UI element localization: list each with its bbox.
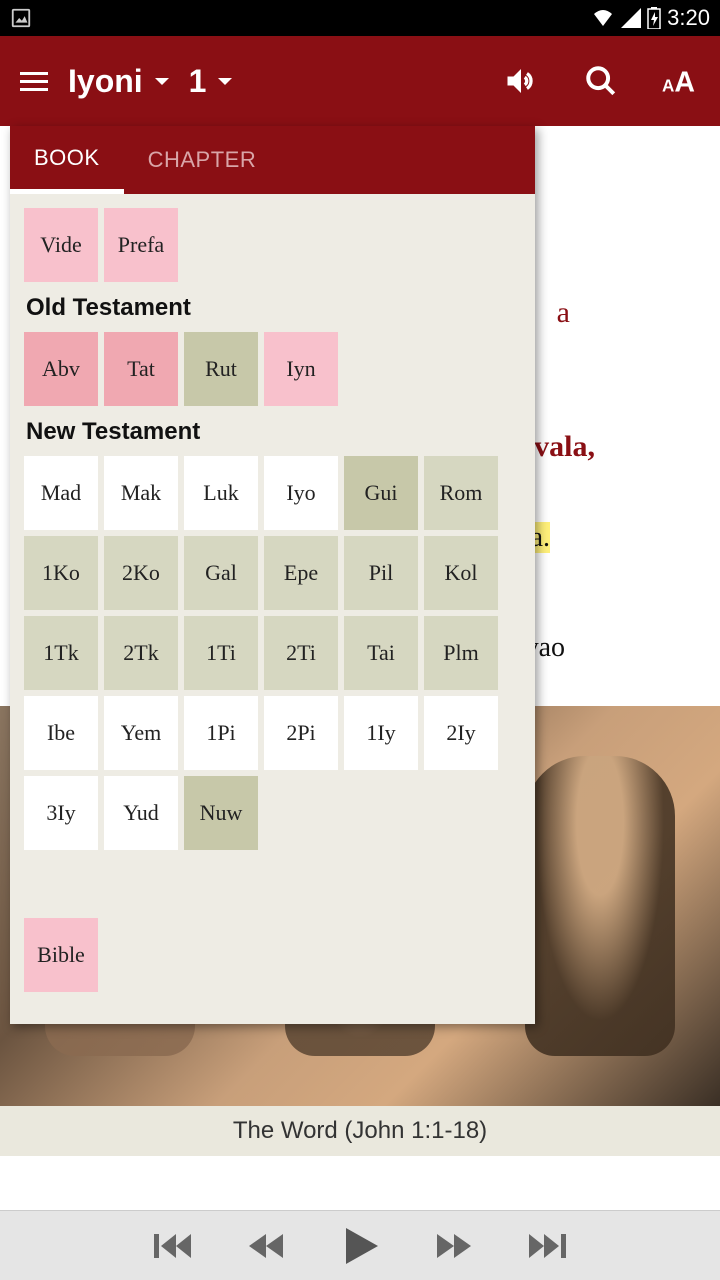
rewind-icon <box>246 1228 286 1264</box>
prev-track-button[interactable] <box>154 1228 194 1264</box>
current-book: Iyoni <box>68 63 143 100</box>
book-cell-nuw[interactable]: Nuw <box>184 776 258 850</box>
nt-heading: New Testament <box>26 418 521 446</box>
nt-grid: MadMakLukIyoGuiRom1Ko2KoGalEpePilKol1Tk2… <box>24 456 521 850</box>
book-cell-bible[interactable]: Bible <box>24 918 98 992</box>
svg-text:A: A <box>674 66 695 98</box>
book-cell-yem[interactable]: Yem <box>104 696 178 770</box>
book-cell-2ti[interactable]: 2Ti <box>264 616 338 690</box>
text-size-icon: AA <box>662 64 700 98</box>
ot-grid: AbvTatRutIyn <box>24 332 521 406</box>
book-cell-2pi[interactable]: 2Pi <box>264 696 338 770</box>
speaker-icon <box>503 63 539 99</box>
book-cell-1ti[interactable]: 1Ti <box>184 616 258 690</box>
book-cell-1tk[interactable]: 1Tk <box>24 616 98 690</box>
book-cell-pil[interactable]: Pil <box>344 536 418 610</box>
book-cell-tat[interactable]: Tat <box>104 332 178 406</box>
book-cell-kol[interactable]: Kol <box>424 536 498 610</box>
book-cell-2ko[interactable]: 2Ko <box>104 536 178 610</box>
book-cell-vide[interactable]: Vide <box>24 208 98 282</box>
search-button[interactable] <box>582 62 620 100</box>
chapter-selector[interactable]: 1 <box>189 63 233 100</box>
book-cell-2iy[interactable]: 2Iy <box>424 696 498 770</box>
book-cell-epe[interactable]: Epe <box>264 536 338 610</box>
book-cell-mak[interactable]: Mak <box>104 456 178 530</box>
svg-text:A: A <box>662 76 674 95</box>
audio-button[interactable] <box>502 62 540 100</box>
player-bar <box>0 1210 720 1280</box>
book-cell-mad[interactable]: Mad <box>24 456 98 530</box>
book-cell-1pi[interactable]: 1Pi <box>184 696 258 770</box>
status-time: 3:20 <box>667 5 710 31</box>
book-cell-1ko[interactable]: 1Ko <box>24 536 98 610</box>
text-size-button[interactable]: AA <box>662 62 700 100</box>
content-area: a vala, a. vao The Word (John 1:1-18) BO… <box>0 126 720 1210</box>
book-cell-1iy[interactable]: 1Iy <box>344 696 418 770</box>
book-cell-luk[interactable]: Luk <box>184 456 258 530</box>
book-cell-3iy[interactable]: 3Iy <box>24 776 98 850</box>
book-picker-popup: BOOK CHAPTER VidePrefa Old Testament Abv… <box>10 126 535 1024</box>
book-cell-rut[interactable]: Rut <box>184 332 258 406</box>
bottom-grid: Bible <box>24 918 521 992</box>
book-cell-iyn[interactable]: Iyn <box>264 332 338 406</box>
play-icon <box>338 1224 382 1268</box>
image-icon <box>10 7 32 29</box>
book-cell-gui[interactable]: Gui <box>344 456 418 530</box>
tab-book[interactable]: BOOK <box>10 126 124 194</box>
picker-tabs: BOOK CHAPTER <box>10 126 535 194</box>
skip-next-icon <box>526 1228 566 1264</box>
image-caption: The Word (John 1:1-18) <box>0 1106 720 1156</box>
book-cell-abv[interactable]: Abv <box>24 332 98 406</box>
book-cell-2tk[interactable]: 2Tk <box>104 616 178 690</box>
book-cell-iyo[interactable]: Iyo <box>264 456 338 530</box>
book-cell-gal[interactable]: Gal <box>184 536 258 610</box>
menu-button[interactable] <box>20 72 48 91</box>
ot-heading: Old Testament <box>26 294 521 322</box>
skip-previous-icon <box>154 1228 194 1264</box>
book-cell-plm[interactable]: Plm <box>424 616 498 690</box>
signal-icon <box>621 8 641 28</box>
book-cell-rom[interactable]: Rom <box>424 456 498 530</box>
next-track-button[interactable] <box>526 1228 566 1264</box>
chevron-down-icon <box>218 78 232 85</box>
battery-charging-icon <box>647 7 661 29</box>
book-cell-yud[interactable]: Yud <box>104 776 178 850</box>
book-cell-tai[interactable]: Tai <box>344 616 418 690</box>
rewind-button[interactable] <box>246 1228 286 1264</box>
wifi-icon <box>591 8 615 28</box>
fast-forward-icon <box>434 1228 474 1264</box>
book-selector[interactable]: Iyoni <box>68 63 169 100</box>
status-bar: 3:20 <box>0 0 720 36</box>
book-cell-prefa[interactable]: Prefa <box>104 208 178 282</box>
tab-chapter[interactable]: CHAPTER <box>124 126 281 194</box>
current-chapter: 1 <box>189 63 207 100</box>
forward-button[interactable] <box>434 1228 474 1264</box>
chevron-down-icon <box>155 78 169 85</box>
app-bar: Iyoni 1 AA <box>0 36 720 126</box>
play-button[interactable] <box>338 1224 382 1268</box>
book-cell-ibe[interactable]: Ibe <box>24 696 98 770</box>
search-icon <box>584 64 618 98</box>
intro-grid: VidePrefa <box>24 208 521 282</box>
